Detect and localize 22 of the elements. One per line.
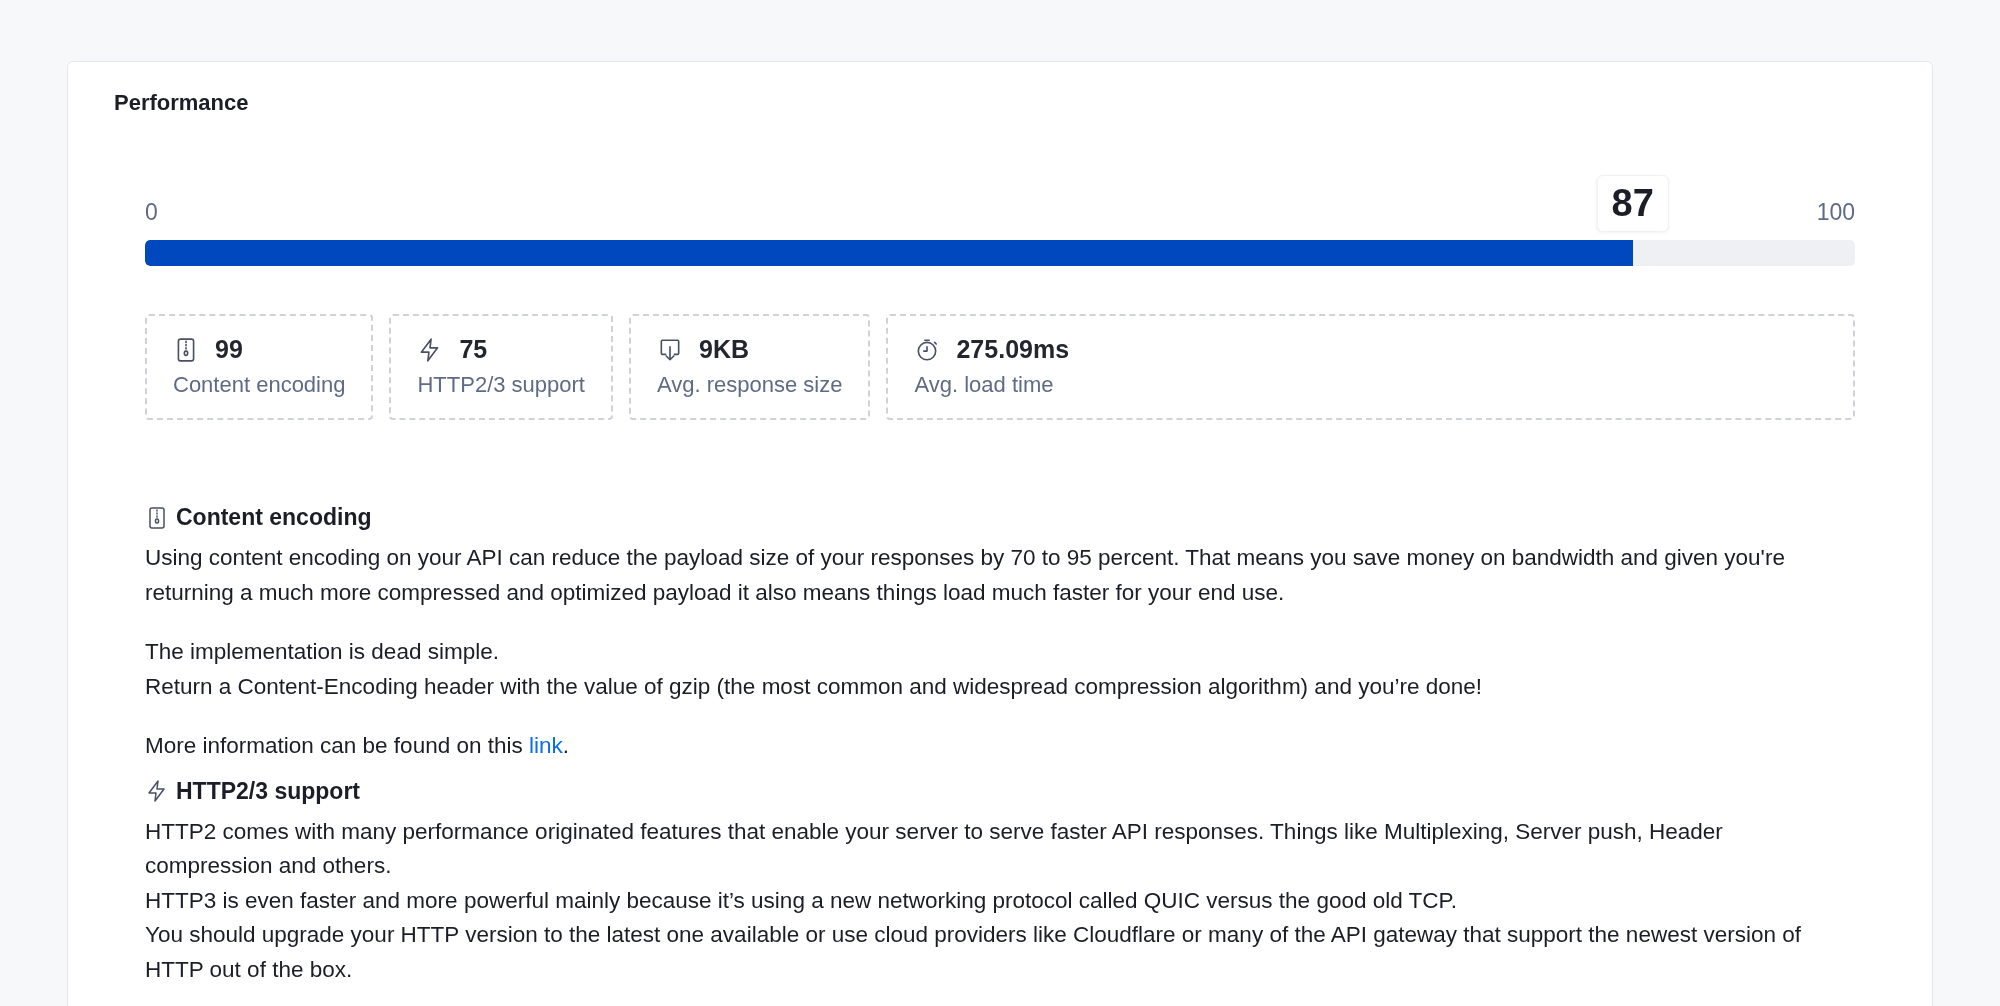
stat-label: HTTP2/3 support [417,372,585,398]
section-heading: HTTP2/3 support [176,777,360,805]
card-title: Performance [114,90,250,116]
score-badge: 87 [1596,175,1669,232]
paragraph-text: HTTP3 is even faster and more powerful mainly because it’s using a new networking protocol called QUIC versus the good old TCP. [145,886,1458,915]
stat-label: Avg. response size [657,372,843,398]
scale-max-label: 100 [1816,199,1855,226]
stat-value: 275.09ms [956,335,1070,364]
scale-min-label: 0 [145,199,158,226]
info-link[interactable]: link [529,733,563,758]
paragraph-text: Return a Content-Encoding header with the value of gzip (the most common and widespread compression algorithm) and you’re done! [145,672,1483,701]
stat-label: Content encoding [173,372,346,398]
paragraph-text: The implementation is dead simple. [145,638,500,666]
stat-value: 75 [459,335,488,364]
section-heading: Content encoding [176,504,372,531]
paragraph-text: More information can be found on this link. [145,732,570,760]
stat-value: 99 [215,335,243,364]
paragraph-text: HTTP2 comes with many performance originated features that enable your server to serve faster API responses. Things like Multiplexing, Server push, Header compression and others. [145,817,1724,880]
stat-label: Avg. load time [914,372,1055,398]
stat-value: 9KB [699,335,749,364]
paragraph-text: You should upgrade your HTTP version to the latest one available or use cloud providers like Cloudflare or many of the API gateway that support the newest version of HTTP out of the box. [145,921,1802,984]
paragraph-text: Using content encoding on your API can reduce the payload size of your responses by 70 to 95 percent. That means you save money on bandwidth and given you're returning a much more compressed and optimized payload it also means things load much faster for your end use. [145,544,1786,607]
